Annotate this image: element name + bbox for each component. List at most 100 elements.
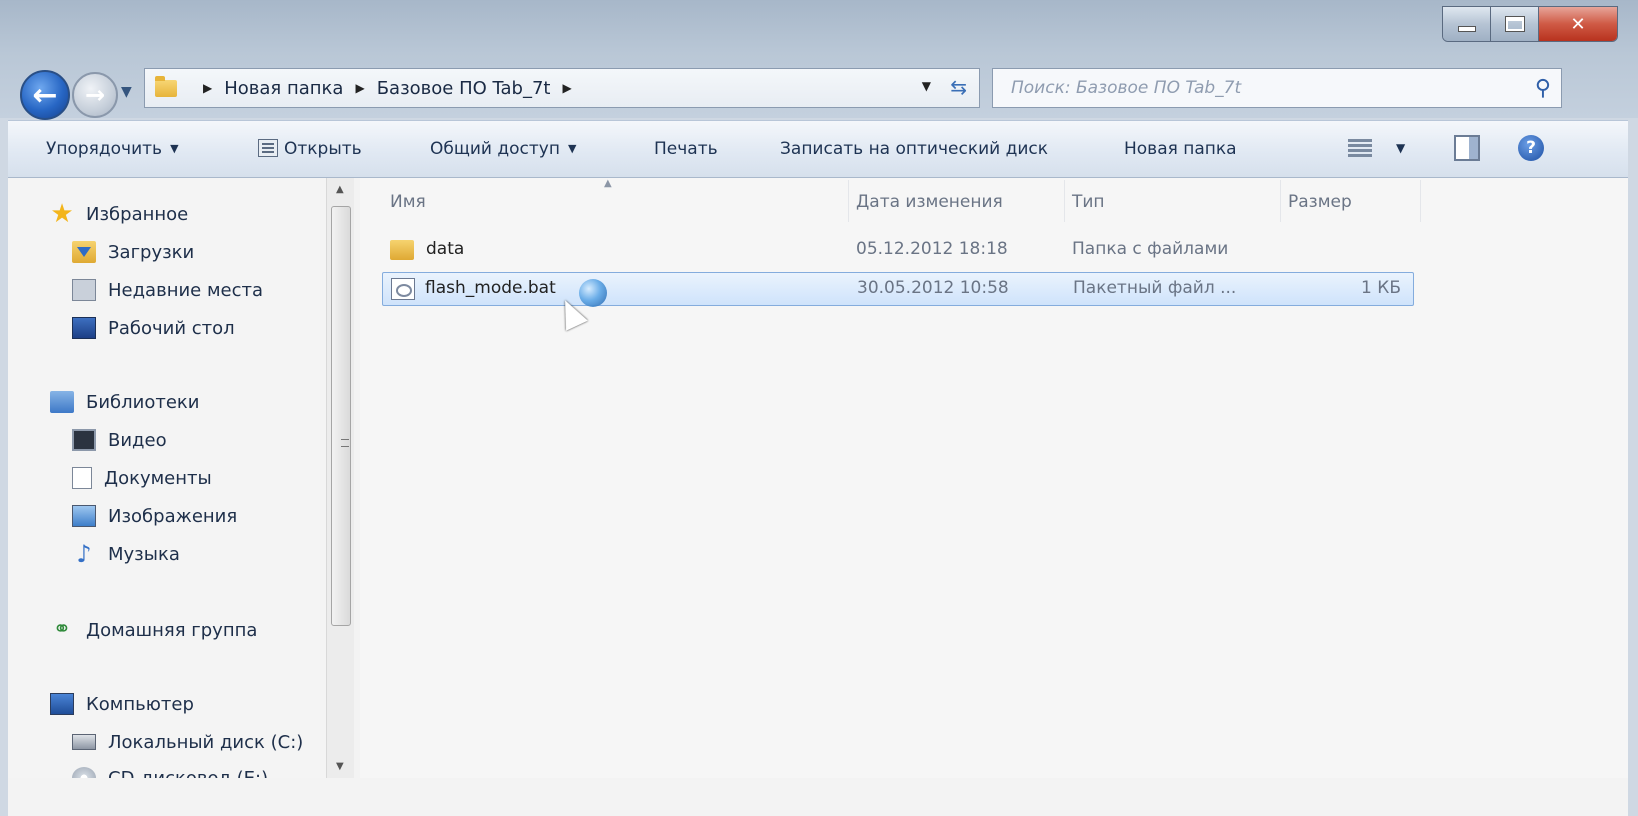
sidebar-item-label: Избранное: [86, 203, 189, 225]
column-divider[interactable]: [848, 180, 849, 222]
scrollbar-grip: [341, 439, 349, 447]
burn-disc-button[interactable]: Записать на оптический диск: [780, 139, 1048, 159]
downloads-folder-icon: [72, 241, 96, 263]
help-icon[interactable]: ?: [1518, 135, 1544, 161]
sidebar-item-local-disk[interactable]: Локальный диск (C:): [8, 726, 303, 758]
column-divider[interactable]: [1420, 180, 1421, 222]
navigation-pane: ★ Избранное Загрузки Недавние места Рабо…: [8, 178, 326, 778]
column-divider[interactable]: [1280, 180, 1281, 222]
open-icon: [258, 139, 278, 157]
sidebar-item-label: Компьютер: [86, 693, 194, 715]
sidebar-item-libraries[interactable]: Библиотеки: [8, 386, 200, 418]
share-button[interactable]: Общий доступ ▼: [430, 139, 576, 159]
column-divider[interactable]: [1064, 180, 1065, 222]
recent-pages-dropdown[interactable]: ▼: [121, 84, 132, 100]
sidebar-item-cd-drive[interactable]: CD-дисковод (E:): [8, 762, 268, 778]
document-icon: [72, 467, 92, 489]
search-icon[interactable]: ⚲: [1535, 76, 1551, 101]
sidebar-item-music[interactable]: ♪ Музыка: [8, 538, 180, 570]
file-type: Пакетный файл ...: [1073, 278, 1237, 298]
minimize-button[interactable]: [1443, 7, 1491, 41]
column-header-type[interactable]: Тип: [1072, 192, 1105, 212]
sidebar-item-label: Загрузки: [108, 241, 195, 263]
dropdown-arrow-icon: ▼: [567, 142, 577, 155]
main-content: ★ Избранное Загрузки Недавние места Рабо…: [8, 178, 1628, 816]
sidebar-item-label: Музыка: [108, 543, 180, 565]
back-button[interactable]: ←: [20, 70, 70, 120]
busy-spinner-icon: [579, 279, 607, 307]
explorer-window: ✕ ← → ▼ ▶ Новая папка ▶ Базовое ПО Tab_7…: [0, 0, 1638, 816]
caption-buttons: ✕: [1442, 6, 1618, 42]
share-label: Общий доступ: [430, 139, 560, 159]
dropdown-arrow-icon: ▼: [170, 142, 179, 155]
sidebar-item-desktop[interactable]: Рабочий стол: [8, 312, 235, 344]
star-icon: ★: [50, 199, 74, 229]
minimize-icon: [1457, 26, 1476, 32]
sidebar-item-favorites[interactable]: ★ Избранное: [8, 198, 188, 230]
sidebar-item-images[interactable]: Изображения: [8, 500, 237, 532]
sidebar-item-homegroup[interactable]: ⚭ Домашняя группа: [8, 614, 258, 646]
address-dropdown-icon[interactable]: ▼: [922, 79, 931, 93]
file-row-data[interactable]: data 05.12.2012 18:18 Папка с файлами: [382, 234, 1414, 268]
column-header-size[interactable]: Размер: [1288, 192, 1352, 212]
desktop-icon: [72, 317, 96, 339]
organize-button[interactable]: Упорядочить ▼: [46, 139, 179, 159]
preview-pane-icon[interactable]: [1454, 135, 1480, 161]
open-label: Открыть: [284, 139, 362, 159]
breadcrumb-separator-icon[interactable]: ▶: [562, 81, 571, 95]
sidebar-item-label: Видео: [108, 429, 167, 451]
scroll-down-icon[interactable]: ▼: [336, 761, 344, 772]
column-header-date[interactable]: Дата изменения: [856, 192, 1003, 212]
sidebar-item-computer[interactable]: Компьютер: [8, 688, 194, 720]
scrollbar-thumb[interactable]: [331, 206, 351, 626]
file-name: flash_mode.bat: [425, 278, 556, 298]
column-header-name[interactable]: Имя: [390, 192, 426, 212]
sidebar-item-label: Домашняя группа: [86, 619, 258, 641]
homegroup-icon: ⚭: [52, 617, 72, 642]
search-input[interactable]: [1011, 78, 1491, 98]
maximize-button[interactable]: [1491, 7, 1539, 41]
change-view-icon[interactable]: [1348, 137, 1372, 159]
address-bar[interactable]: ▶ Новая папка ▶ Базовое ПО Tab_7t ▶ ▼ ⇆: [144, 68, 980, 108]
sidebar-item-documents[interactable]: Документы: [8, 462, 212, 494]
sidebar-item-downloads[interactable]: Загрузки: [8, 236, 194, 268]
print-button[interactable]: Печать: [654, 139, 718, 159]
back-arrow-icon: ←: [32, 77, 58, 113]
maximize-icon: [1504, 16, 1525, 32]
close-icon: ✕: [1570, 13, 1586, 35]
sidebar-item-label: Рабочий стол: [108, 317, 235, 339]
open-button[interactable]: Открыть: [258, 139, 362, 159]
batch-file-icon: [391, 278, 415, 300]
view-options-dropdown[interactable]: ▼: [1396, 141, 1405, 155]
computer-icon: [50, 693, 74, 715]
sort-ascending-icon: ▲: [604, 178, 612, 189]
forward-button[interactable]: →: [72, 72, 118, 118]
sidebar-item-recent[interactable]: Недавние места: [8, 274, 263, 306]
breadcrumb-separator-icon[interactable]: ▶: [355, 81, 364, 95]
breadcrumb-item[interactable]: Базовое ПО Tab_7t: [377, 78, 551, 99]
sidebar-item-video[interactable]: Видео: [8, 424, 167, 456]
folder-icon: [155, 75, 177, 97]
cd-drive-icon: [72, 767, 96, 778]
command-bar: Упорядочить ▼ Открыть Общий доступ ▼ Печат…: [8, 120, 1628, 178]
sidebar-item-label: Библиотеки: [86, 391, 200, 413]
file-row-flash-mode[interactable]: flash_mode.bat 30.05.2012 10:58 Пакетный…: [382, 272, 1414, 331]
breadcrumb-item[interactable]: Новая папка: [224, 78, 343, 99]
sidebar-item-label: Документы: [104, 467, 212, 489]
organize-label: Упорядочить: [46, 139, 163, 159]
search-box[interactable]: ⚲: [992, 68, 1562, 108]
video-icon: [72, 429, 96, 451]
refresh-icon[interactable]: ⇆: [950, 75, 967, 99]
hard-disk-icon: [72, 734, 96, 750]
image-icon: [72, 505, 96, 527]
new-folder-button[interactable]: Новая папка: [1124, 139, 1237, 159]
scroll-up-icon[interactable]: ▲: [336, 184, 344, 195]
breadcrumb-separator-icon[interactable]: ▶: [203, 81, 212, 95]
navigation-pane-scrollbar[interactable]: ▲ ▼: [326, 178, 354, 778]
title-bar: ✕ ← → ▼ ▶ Новая папка ▶ Базовое ПО Tab_7…: [0, 0, 1638, 120]
libraries-icon: [50, 391, 74, 413]
file-date: 05.12.2012 18:18: [856, 239, 1008, 259]
close-button[interactable]: ✕: [1539, 7, 1617, 41]
file-size: 1 КБ: [1361, 278, 1401, 298]
music-note-icon: ♪: [76, 540, 92, 568]
